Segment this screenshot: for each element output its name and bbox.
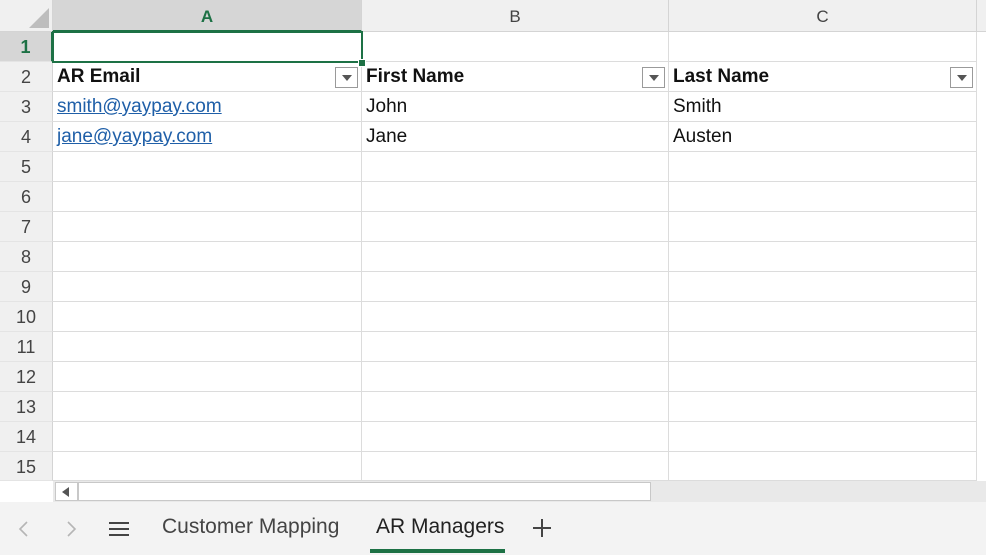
empty-cell[interactable] — [669, 332, 977, 362]
empty-cell[interactable] — [669, 392, 977, 422]
table-header-first-name[interactable]: First Name — [362, 62, 669, 92]
empty-cell[interactable] — [53, 272, 362, 302]
empty-cell[interactable] — [362, 152, 669, 182]
spreadsheet-grid: A B C 1 2 3 4 5 6 7 8 9 10 11 12 13 14 1… — [0, 0, 986, 481]
row-header-2[interactable]: 2 — [0, 62, 53, 92]
empty-cell[interactable] — [362, 182, 669, 212]
empty-cell[interactable] — [362, 242, 669, 272]
select-all-corner[interactable] — [0, 0, 53, 32]
chevron-left-icon[interactable] — [14, 516, 34, 542]
cell-email-link[interactable]: smith@yaypay.com — [53, 92, 362, 122]
empty-cell[interactable] — [669, 242, 977, 272]
row-header-3[interactable]: 3 — [0, 92, 53, 122]
row-header-10[interactable]: 10 — [0, 302, 53, 332]
empty-cell[interactable] — [53, 452, 362, 481]
plus-icon[interactable] — [531, 516, 553, 540]
empty-cell[interactable] — [53, 332, 362, 362]
cell-email-link[interactable]: jane@yaypay.com — [53, 122, 362, 152]
arrow-left-icon[interactable] — [55, 482, 78, 501]
empty-cell[interactable] — [362, 272, 669, 302]
cell-c1[interactable] — [669, 32, 977, 62]
hamburger-menu-icon[interactable] — [108, 516, 130, 542]
active-tab-indicator — [370, 549, 505, 553]
empty-cell[interactable] — [53, 212, 362, 242]
empty-cell[interactable] — [669, 152, 977, 182]
row-header-8[interactable]: 8 — [0, 242, 53, 272]
empty-cell[interactable] — [669, 422, 977, 452]
chevron-right-icon[interactable] — [61, 516, 81, 542]
table-header-ar-email[interactable]: AR Email — [53, 62, 362, 92]
column-header-b[interactable]: B — [362, 0, 669, 32]
cell-first-name[interactable]: Jane — [362, 122, 669, 152]
column-header-a[interactable]: A — [53, 0, 362, 32]
select-all-icon — [29, 8, 49, 28]
empty-cell[interactable] — [362, 332, 669, 362]
empty-cell[interactable] — [669, 362, 977, 392]
column-header-d-partial[interactable] — [977, 0, 986, 32]
empty-cell[interactable] — [53, 152, 362, 182]
empty-cell[interactable] — [669, 212, 977, 242]
cell-b1[interactable] — [362, 32, 669, 62]
empty-cell[interactable] — [53, 362, 362, 392]
filter-dropdown-icon[interactable] — [642, 67, 665, 88]
empty-cell[interactable] — [669, 452, 977, 481]
empty-cell[interactable] — [362, 452, 669, 481]
empty-cell[interactable] — [362, 302, 669, 332]
row-header-12[interactable]: 12 — [0, 362, 53, 392]
header-label: AR Email — [57, 66, 141, 87]
empty-cell[interactable] — [362, 362, 669, 392]
empty-cell[interactable] — [669, 182, 977, 212]
tab-customer-mapping[interactable]: Customer Mapping — [162, 514, 339, 540]
cell-last-name[interactable]: Austen — [669, 122, 977, 152]
row-header-14[interactable]: 14 — [0, 422, 53, 452]
empty-cell[interactable] — [53, 182, 362, 212]
cell-last-name[interactable]: Smith — [669, 92, 977, 122]
row-header-6[interactable]: 6 — [0, 182, 53, 212]
row-header-7[interactable]: 7 — [0, 212, 53, 242]
empty-cell[interactable] — [53, 302, 362, 332]
header-label: First Name — [366, 66, 465, 87]
empty-cell[interactable] — [53, 422, 362, 452]
cell-first-name[interactable]: John — [362, 92, 669, 122]
empty-cell[interactable] — [362, 212, 669, 242]
table-header-last-name[interactable]: Last Name — [669, 62, 977, 92]
header-label: Last Name — [673, 66, 770, 87]
row-header-15[interactable]: 15 — [0, 452, 53, 481]
empty-cell[interactable] — [669, 302, 977, 332]
filter-dropdown-icon[interactable] — [950, 67, 973, 88]
row-header-9[interactable]: 9 — [0, 272, 53, 302]
empty-cell[interactable] — [362, 422, 669, 452]
active-cell-outline — [52, 31, 363, 63]
empty-cell[interactable] — [669, 272, 977, 302]
filter-dropdown-icon[interactable] — [335, 67, 358, 88]
column-header-c[interactable]: C — [669, 0, 977, 32]
scrollbar-thumb[interactable] — [78, 482, 651, 501]
fill-handle[interactable] — [358, 59, 366, 67]
empty-cell[interactable] — [53, 242, 362, 272]
row-header-13[interactable]: 13 — [0, 392, 53, 422]
empty-cell[interactable] — [362, 392, 669, 422]
tab-ar-managers[interactable]: AR Managers — [376, 514, 504, 540]
row-header-11[interactable]: 11 — [0, 332, 53, 362]
row-header-4[interactable]: 4 — [0, 122, 53, 152]
empty-cell[interactable] — [53, 392, 362, 422]
row-header-5[interactable]: 5 — [0, 152, 53, 182]
row-header-1[interactable]: 1 — [0, 32, 53, 62]
sheet-tab-bar: Customer Mapping AR Managers — [0, 502, 986, 555]
